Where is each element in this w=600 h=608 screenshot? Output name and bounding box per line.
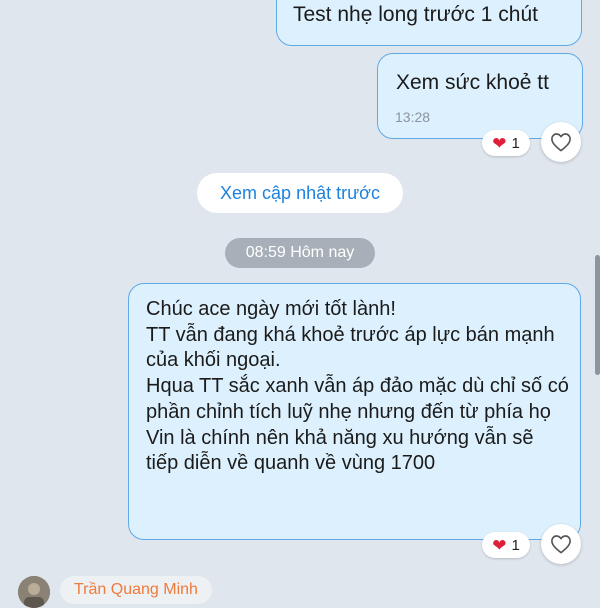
like-button[interactable] (541, 524, 581, 564)
date-separator: 08:59 Hôm nay (225, 238, 375, 268)
reaction-count: 1 (511, 134, 520, 152)
heart-outline-icon (551, 535, 571, 554)
reaction-count: 1 (511, 536, 520, 554)
message-text: Xem sức khoẻ tt (396, 71, 549, 94)
heart-outline-icon (551, 133, 571, 152)
like-button[interactable] (541, 122, 581, 162)
message-text: Test nhẹ long trước 1 chút (293, 3, 538, 26)
avatar-image (18, 576, 50, 608)
reaction-badge[interactable]: ❤ 1 (482, 130, 530, 156)
heart-icon: ❤ (492, 133, 507, 153)
heart-icon: ❤ (492, 535, 507, 555)
view-previous-button[interactable]: Xem cập nhật trước (197, 173, 403, 213)
message-text: Chúc ace ngày mới tốt lành! TT vẫn đang … (146, 298, 569, 475)
message-bubble[interactable]: Test nhẹ long trước 1 chút (276, 0, 582, 46)
avatar[interactable] (18, 576, 50, 608)
message-bubble[interactable]: Chúc ace ngày mới tốt lành! TT vẫn đang … (128, 283, 581, 540)
reaction-badge[interactable]: ❤ 1 (482, 532, 530, 558)
message-time: 13:28 (395, 109, 431, 125)
scrollbar[interactable] (595, 255, 600, 375)
sender-name: Trần Quang Minh (74, 581, 198, 598)
view-previous-label: Xem cập nhật trước (220, 182, 380, 203)
date-separator-label: 08:59 Hôm nay (245, 244, 355, 261)
